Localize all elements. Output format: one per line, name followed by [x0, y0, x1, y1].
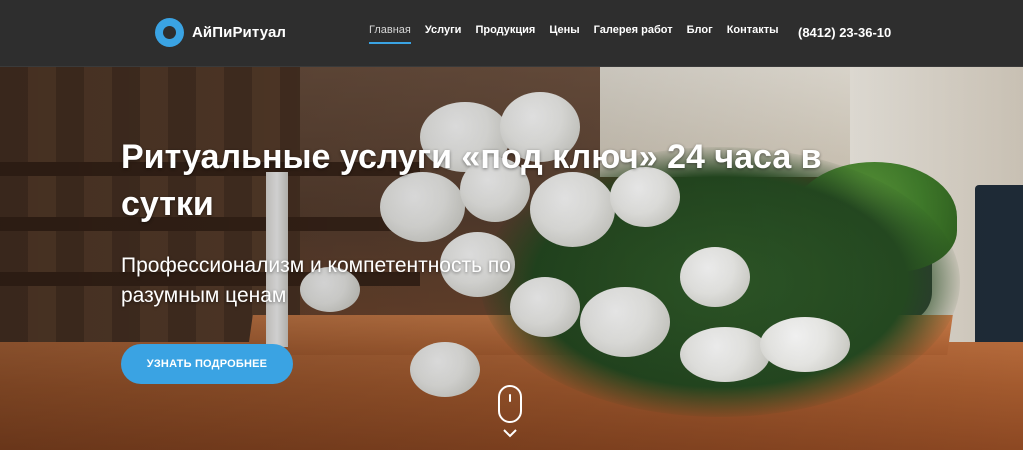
hero-subtitle: Профессионализм и компетентность по разу… — [121, 254, 511, 307]
hero-title: Ритуальные услуги «под ключ» 24 часа в с… — [121, 138, 822, 223]
nav-item-home[interactable]: Главная — [369, 24, 411, 44]
chevron-down-icon[interactable] — [502, 427, 518, 439]
mouse-scroll-icon[interactable] — [498, 385, 522, 423]
logo[interactable]: АйПиРитуал — [155, 18, 286, 47]
nav-item-blog[interactable]: Блог — [687, 24, 713, 36]
nav-item-gallery[interactable]: Галерея работ — [594, 24, 673, 36]
brand-name: АйПиРитуал — [192, 24, 287, 41]
nav-item-contacts[interactable]: Контакты — [727, 24, 779, 36]
hero-section: Ритуальные услуги «под ключ» 24 часа в с… — [0, 67, 1023, 450]
site-header: АйПиРитуал Главная Услуги Продукция Цены… — [0, 0, 1023, 67]
nav-item-services[interactable]: Услуги — [425, 24, 462, 36]
main-nav: Главная Услуги Продукция Цены Галерея ра… — [369, 24, 793, 44]
logo-ring-icon — [155, 18, 184, 47]
nav-item-products[interactable]: Продукция — [475, 24, 535, 36]
nav-item-prices[interactable]: Цены — [549, 24, 579, 36]
learn-more-button[interactable]: УЗНАТЬ ПОДРОБНЕЕ — [121, 344, 293, 384]
header-phone[interactable]: (8412) 23-36-10 — [798, 25, 891, 40]
